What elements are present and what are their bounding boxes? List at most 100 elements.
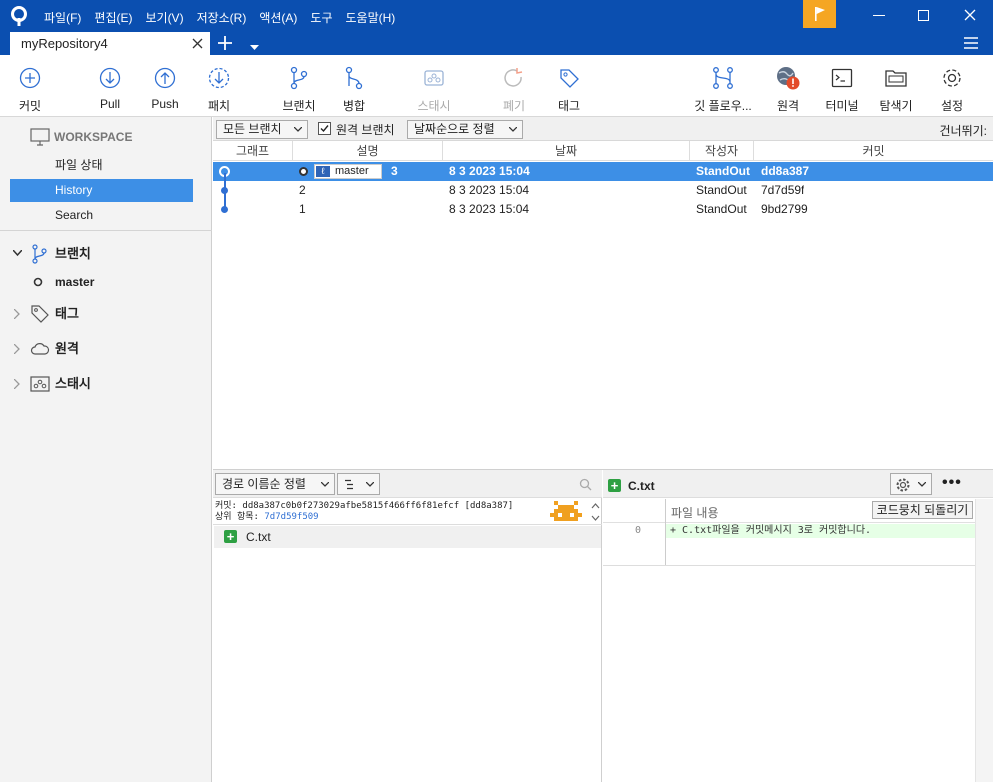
merge-icon	[345, 66, 363, 90]
menu-help[interactable]: 도움말(H)	[346, 9, 396, 26]
fetch-button[interactable]: 패치	[187, 65, 251, 114]
flag-button[interactable]	[803, 0, 836, 28]
tags-group[interactable]: 태그	[0, 303, 212, 325]
column-author[interactable]: 작성자	[690, 141, 754, 161]
file-added-icon: +	[224, 530, 237, 543]
line-number: 0	[635, 525, 642, 536]
tag-button[interactable]: 태그	[537, 65, 601, 114]
diff-options-dropdown[interactable]	[890, 473, 932, 495]
minimize-button[interactable]	[873, 15, 885, 16]
added-line: + C.txt파일을 커밋메시지 3로 커밋합니다.	[666, 524, 975, 538]
maximize-button[interactable]	[918, 10, 929, 21]
file-content-label: 파일 내용	[671, 506, 719, 520]
branch-badge-icon: ℓ	[316, 166, 330, 177]
diff-toolbar: + C.txt •••	[603, 470, 993, 498]
chevron-down-icon	[366, 482, 374, 487]
diff-pane: + C.txt ••• 파일 내용 코드뭉치 되돌리기 0 + C.txt파일을…	[603, 470, 993, 782]
sidebar-item-search[interactable]: Search	[10, 204, 193, 227]
stashes-group[interactable]: 스태시	[0, 373, 212, 395]
commit-button[interactable]: 커밋	[0, 65, 62, 114]
pull-icon	[99, 67, 121, 89]
column-date[interactable]: 날짜	[443, 141, 690, 161]
new-tab-button[interactable]	[217, 34, 233, 52]
plus-icon	[218, 36, 232, 50]
sort-date-dropdown[interactable]: 날짜순으로 정렬	[407, 120, 523, 139]
gitflow-button[interactable]: 깃 플로우...	[691, 65, 755, 114]
settings-button[interactable]: 설정	[920, 65, 984, 114]
sort-path-dropdown[interactable]: 경로 이름순 정렬	[215, 473, 335, 495]
divider	[0, 230, 212, 231]
menu-actions[interactable]: 액션(A)	[259, 9, 297, 26]
stash-icon	[30, 376, 50, 392]
toolbar: 커밋 Pull Push 패치 브랜치 병합 스태시 폐기 태그 깃 플로우..…	[0, 55, 993, 117]
workspace-heading: WORKSPACE	[54, 130, 133, 144]
menu-view[interactable]: 보기(V)	[145, 9, 183, 26]
explorer-button[interactable]: 탐색기	[864, 65, 928, 114]
menu-repository[interactable]: 저장소(R)	[197, 9, 247, 26]
chevron-down-icon	[321, 482, 329, 487]
push-icon	[154, 67, 176, 89]
diff-separator	[603, 565, 975, 566]
title-bar: 파일(F) 편집(E) 보기(V) 저장소(R) 액션(A) 도구 도움말(H)	[0, 0, 993, 32]
graph-node	[221, 187, 228, 194]
remotes-label: 원격	[55, 341, 79, 356]
menu-edit[interactable]: 편집(E)	[94, 9, 132, 26]
file-name: C.txt	[246, 530, 271, 544]
sidebar-item-file-status[interactable]: 파일 상태	[10, 154, 193, 177]
revert-hunk-button[interactable]: 코드뭉치 되돌리기	[872, 501, 973, 519]
chevron-right-icon	[14, 344, 20, 354]
tab-bar: myRepository4	[0, 32, 993, 55]
monitor-icon	[30, 128, 50, 146]
head-marker-icon	[299, 167, 308, 176]
tab-title: myRepository4	[21, 36, 108, 51]
commit-row[interactable]: 1 8 3 2023 15:04 StandOut 9bd2799	[213, 194, 993, 219]
globe-icon	[777, 67, 800, 90]
merge-button[interactable]: 병합	[322, 65, 386, 114]
changed-files-pane: 경로 이름순 정렬 커밋: dd8a387c0b0f273029afbe5815…	[213, 470, 602, 782]
tab-close-icon[interactable]	[192, 38, 203, 49]
menu-icon	[964, 37, 978, 49]
stash-button[interactable]: 스태시	[402, 65, 466, 114]
sidebar-item-history[interactable]: History	[10, 179, 193, 202]
chevron-down-icon	[509, 127, 517, 132]
filter-bar: 모든 브랜치 원격 브랜치 날짜순으로 정렬 건너뛰기:	[213, 117, 993, 141]
cloud-icon	[30, 343, 50, 355]
branch-badge: ℓ master	[314, 164, 382, 179]
file-list-item[interactable]: + C.txt	[214, 526, 601, 548]
close-window-button[interactable]	[962, 5, 978, 25]
checkbox[interactable]	[318, 122, 331, 135]
menu-tools[interactable]: 도구	[310, 9, 332, 26]
sidebar-item-master[interactable]: master	[0, 272, 212, 292]
menu-file[interactable]: 파일(F)	[44, 9, 81, 26]
hunk-header: 파일 내용 코드뭉치 되돌리기	[603, 499, 975, 523]
column-graph[interactable]: 그래프	[213, 141, 293, 161]
commit-hash: dd8a387c0b0f273029afbe5815f466ff6f81efcf…	[242, 501, 514, 511]
branches-label: 브랜치	[55, 246, 91, 261]
commit-icon	[19, 67, 41, 89]
all-branches-dropdown[interactable]: 모든 브랜치	[216, 120, 308, 139]
view-mode-dropdown[interactable]	[337, 473, 380, 495]
gear-icon	[943, 69, 961, 87]
author-avatar	[550, 501, 582, 521]
branch-master-label: master	[55, 275, 95, 289]
tag-icon	[31, 305, 49, 323]
chevron-down-icon	[918, 482, 926, 487]
check-icon	[320, 125, 329, 133]
search-icon[interactable]	[579, 478, 592, 491]
tab-repository[interactable]: myRepository4	[10, 32, 210, 55]
parent-link[interactable]: 7d7d59f509	[264, 512, 318, 522]
hamburger-menu-button[interactable]	[964, 37, 978, 52]
commit-row[interactable]: 2 8 3 2023 15:04 StandOut 7d7d59f	[213, 173, 993, 201]
commit-row[interactable]: ℓ master 3 8 3 2023 15:04 StandOut dd8a3…	[213, 162, 993, 181]
more-icon[interactable]: •••	[942, 474, 962, 492]
column-commit[interactable]: 커밋	[754, 141, 993, 161]
column-description[interactable]: 설명	[293, 141, 443, 161]
terminal-icon	[831, 68, 853, 88]
scroll-arrows-icon[interactable]	[591, 502, 600, 522]
remotes-group[interactable]: 원격	[0, 338, 212, 360]
diff-scrollbar[interactable]	[975, 499, 993, 782]
tab-list-button[interactable]	[250, 40, 259, 54]
sidebar: WORKSPACE 파일 상태 History Search 브랜치 maste…	[0, 117, 212, 782]
current-branch-icon	[33, 277, 43, 287]
branches-group[interactable]: 브랜치	[0, 243, 212, 265]
